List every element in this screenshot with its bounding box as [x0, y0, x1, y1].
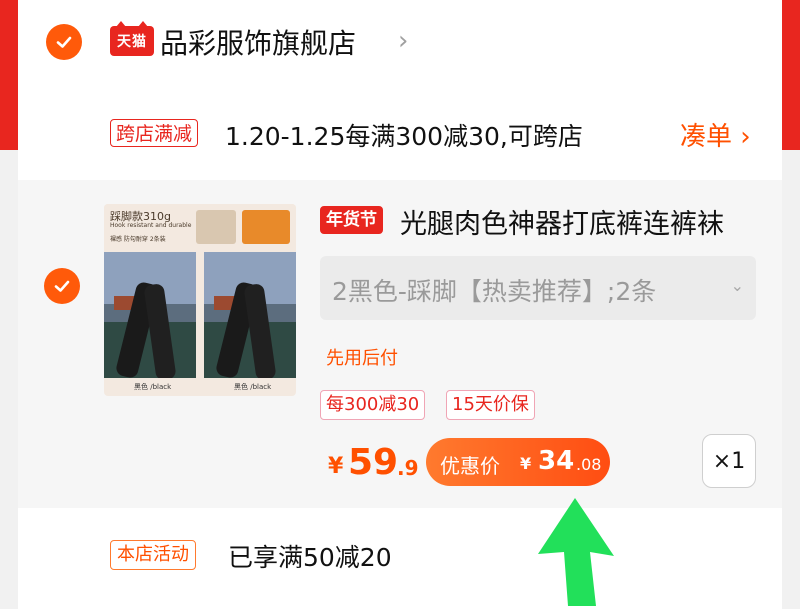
price-currency: ¥ [328, 454, 344, 479]
festival-badge: 年货节 [320, 206, 383, 234]
coupon-price-currency: ¥ [520, 454, 532, 473]
sku-selector[interactable]: 2黑色-踩脚【热卖推荐】;2条 ⌄ [320, 256, 756, 320]
cart-item: 踩脚款310g Hook resistant and durable 裸感 防勾… [18, 180, 782, 508]
background-grey-left [0, 150, 18, 609]
background-grey-right [782, 150, 800, 609]
store-name[interactable]: 品彩服饰旗舰店 [160, 22, 356, 62]
store-header[interactable]: 天猫 品彩服饰旗舰店 › [18, 0, 782, 90]
price-integer: 59 [348, 442, 399, 483]
price-protection-tag: 15天价保 [446, 390, 535, 420]
background-red-band-left [0, 0, 18, 150]
check-icon [54, 280, 70, 292]
discount-tag: 每300减30 [320, 390, 426, 420]
thumbnail-chip-fleece [242, 210, 290, 244]
thumbnail-header: 踩脚款310g Hook resistant and durable 裸感 防勾… [104, 204, 296, 250]
product-title[interactable]: 光腿肉色神器打底裤连裤袜 [400, 202, 724, 241]
chevron-right-icon[interactable]: › [398, 26, 408, 56]
coupon-price-decimal: .08 [576, 455, 602, 474]
sku-value: 2黑色-踩脚【热卖推荐】;2条 [332, 277, 657, 306]
cart-store-card: 天猫 品彩服饰旗舰店 › 跨店满减 1.20-1.25每满300减30,可跨店 … [18, 0, 782, 600]
promo-text: 1.20-1.25每满300减30,可跨店 [225, 122, 583, 151]
chevron-down-icon: ⌄ [730, 276, 744, 295]
coupon-price-integer: 34 [538, 446, 575, 476]
item-checkbox[interactable] [44, 268, 80, 304]
thumbnail-photo-left [104, 252, 196, 378]
activity-text: 已享满50减20 [228, 543, 392, 572]
store-activity: 本店活动 已享满50减20 [18, 520, 782, 590]
pay-later-label: 先用后付 [326, 348, 398, 369]
thumbnail-caption-left: 黑色 /black [134, 383, 172, 391]
coupon-price-label: 优惠价 [440, 454, 500, 478]
green-arrow-icon [538, 498, 614, 606]
coupon-price-badge[interactable]: 优惠价 ¥ 34 .08 [426, 438, 610, 486]
check-icon [56, 36, 72, 48]
price-decimal: .9 [397, 456, 419, 480]
thumbnail-photo-right [204, 252, 296, 378]
thumbnail-features: 裸感 防勾耐穿 2条装 [110, 236, 166, 243]
store-checkbox[interactable] [46, 24, 82, 60]
quantity-button[interactable]: ×1 [702, 434, 756, 488]
cross-store-promo: 跨店满减 1.20-1.25每满300减30,可跨店 凑单 › [18, 100, 782, 166]
product-thumbnail[interactable]: 踩脚款310g Hook resistant and durable 裸感 防勾… [104, 204, 296, 396]
activity-tag: 本店活动 [110, 540, 196, 570]
promo-tag: 跨店满减 [110, 119, 199, 147]
thumbnail-subtitle: Hook resistant and durable [110, 222, 192, 229]
background-red-band-right [782, 0, 800, 150]
thumbnail-chip-skin [196, 210, 236, 244]
add-on-items-link[interactable]: 凑单 › [680, 116, 751, 153]
thumbnail-caption-right: 黑色 /black [234, 383, 272, 391]
tmall-logo: 天猫 [110, 21, 154, 56]
